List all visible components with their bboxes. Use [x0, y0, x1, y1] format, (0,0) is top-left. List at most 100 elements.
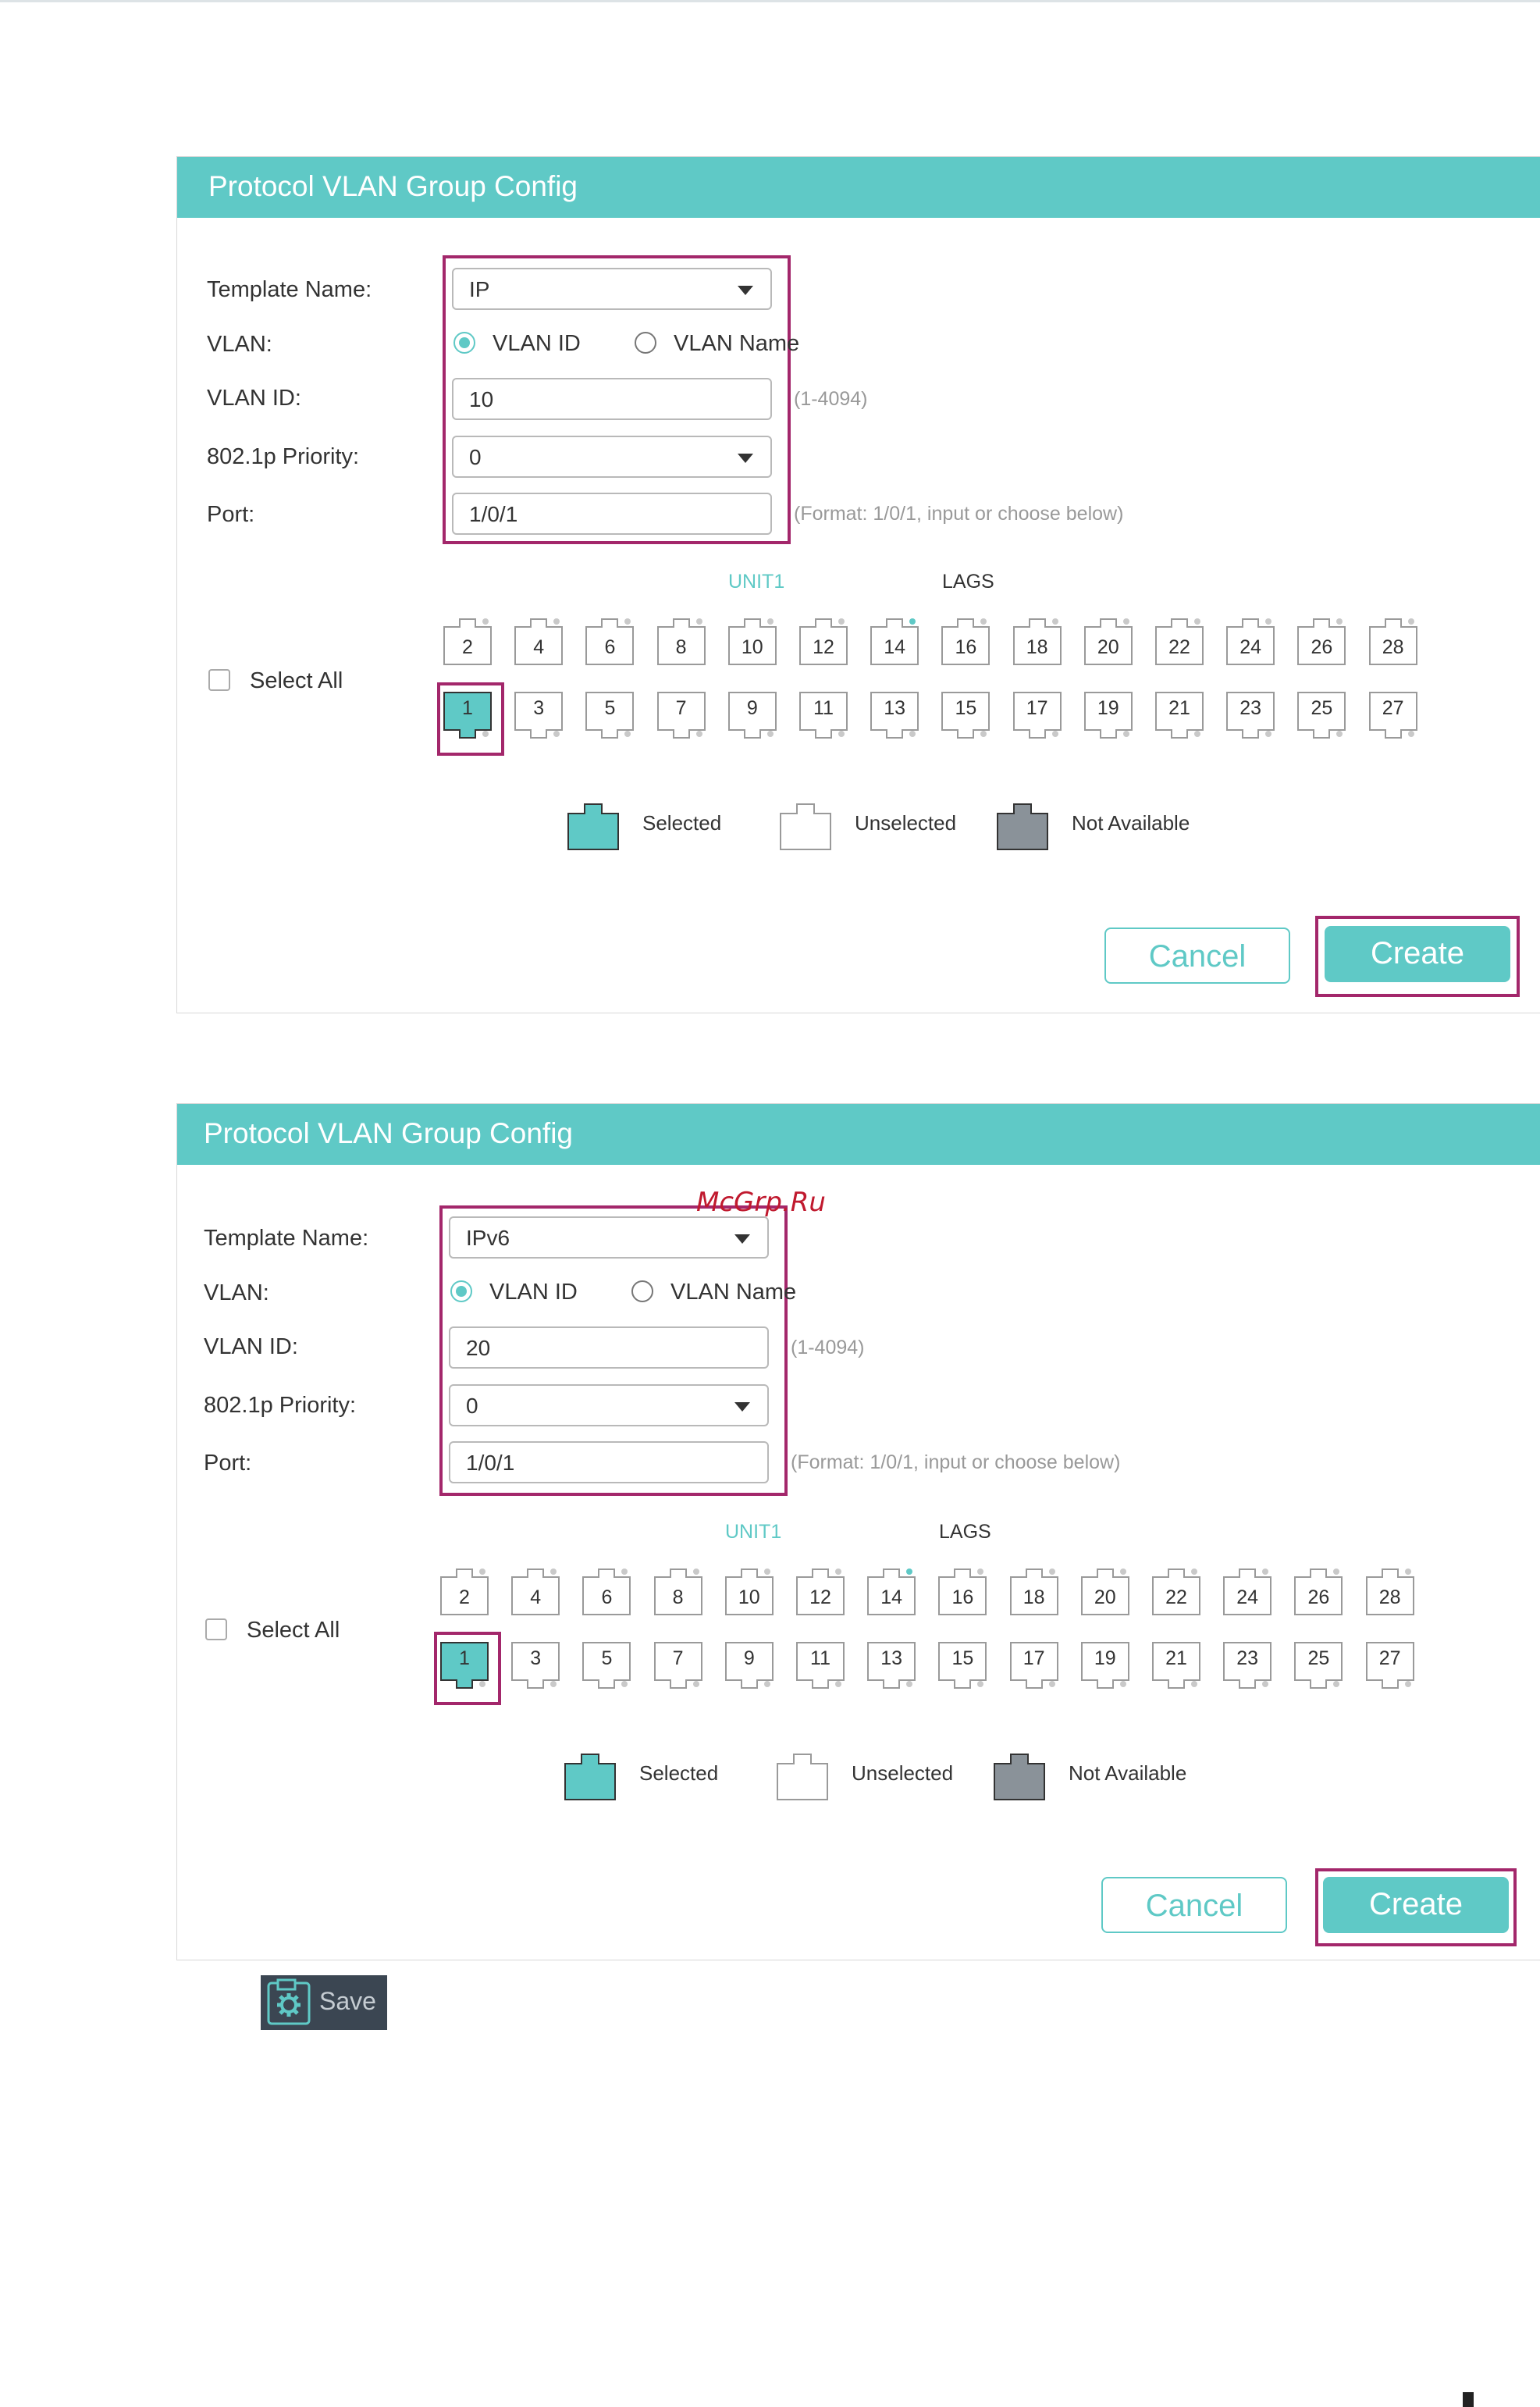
create-button[interactable]: Create	[1325, 926, 1510, 982]
port-13[interactable]: 13	[866, 1641, 916, 1691]
port-10[interactable]: 10	[724, 1566, 774, 1616]
port-2[interactable]: 2	[443, 616, 493, 666]
port-25[interactable]: 25	[1293, 1641, 1343, 1691]
port-12[interactable]: 12	[798, 616, 848, 666]
port-25[interactable]: 25	[1296, 691, 1346, 741]
port-11[interactable]: 11	[795, 1641, 845, 1691]
port-17[interactable]: 17	[1009, 1641, 1059, 1691]
port-number: 19	[1097, 697, 1119, 719]
watermark-text: McGrp.Ru	[696, 1187, 826, 1218]
lags-tab[interactable]: LAGS	[939, 1521, 991, 1544]
port-input[interactable]: 1/0/1	[452, 493, 772, 535]
priority-select[interactable]: 0	[449, 1384, 769, 1426]
port-27[interactable]: 27	[1368, 691, 1418, 741]
vlan-id-radio[interactable]	[453, 332, 475, 354]
port-22[interactable]: 22	[1151, 1566, 1201, 1616]
port-3[interactable]: 3	[514, 691, 564, 741]
vlan-id-input[interactable]: 20	[449, 1326, 769, 1369]
vlan-name-radio[interactable]	[635, 332, 656, 354]
port-number: 12	[809, 1586, 831, 1608]
port-28[interactable]: 28	[1365, 1566, 1415, 1616]
port-4[interactable]: 4	[514, 616, 564, 666]
port-24[interactable]: 24	[1225, 616, 1275, 666]
port-2[interactable]: 2	[439, 1566, 489, 1616]
port-23[interactable]: 23	[1225, 691, 1275, 741]
port-10[interactable]: 10	[727, 616, 777, 666]
port-22[interactable]: 22	[1154, 616, 1204, 666]
port-21[interactable]: 21	[1151, 1641, 1201, 1691]
port-number: 26	[1307, 1586, 1330, 1608]
port-14[interactable]: 14	[870, 616, 919, 666]
port-15[interactable]: 15	[937, 1641, 987, 1691]
cancel-button[interactable]: Cancel	[1104, 928, 1290, 984]
create-button[interactable]: Create	[1323, 1877, 1509, 1933]
port-19[interactable]: 19	[1083, 691, 1133, 741]
template-name-select[interactable]: IPv6	[449, 1216, 769, 1259]
cancel-button[interactable]: Cancel	[1101, 1877, 1287, 1933]
port-5[interactable]: 5	[585, 691, 635, 741]
port-8[interactable]: 8	[656, 616, 706, 666]
port-7[interactable]: 7	[653, 1641, 703, 1691]
port-14[interactable]: 14	[866, 1566, 916, 1616]
vlan-name-radio-label: VLAN Name	[674, 331, 800, 356]
port-12[interactable]: 12	[795, 1566, 845, 1616]
port-28[interactable]: 28	[1368, 616, 1418, 666]
port-number: 27	[1382, 697, 1404, 719]
port-6[interactable]: 6	[585, 616, 635, 666]
port-number: 2	[462, 636, 473, 658]
port-20[interactable]: 20	[1080, 1566, 1130, 1616]
priority-value: 0	[469, 445, 482, 469]
lags-tab[interactable]: LAGS	[942, 571, 994, 593]
port-number: 11	[810, 1647, 830, 1669]
vlan-id-input[interactable]: 10	[452, 378, 772, 420]
port-24[interactable]: 24	[1222, 1566, 1272, 1616]
template-name-select[interactable]: IP	[452, 268, 772, 310]
port-number: 10	[738, 1586, 760, 1608]
port-26[interactable]: 26	[1296, 616, 1346, 666]
port-19[interactable]: 19	[1080, 1641, 1130, 1691]
port-7[interactable]: 7	[656, 691, 706, 741]
port-4[interactable]: 4	[510, 1566, 560, 1616]
port-5[interactable]: 5	[582, 1641, 631, 1691]
port-number: 21	[1165, 1647, 1187, 1669]
port-18[interactable]: 18	[1012, 616, 1062, 666]
vlan-id-radio[interactable]	[450, 1280, 472, 1302]
unit1-tab[interactable]: UNIT1	[725, 1521, 781, 1544]
port-21[interactable]: 21	[1154, 691, 1204, 741]
port-13[interactable]: 13	[870, 691, 919, 741]
port-16[interactable]: 16	[941, 616, 991, 666]
select-all-checkbox[interactable]	[208, 669, 230, 691]
port-3[interactable]: 3	[510, 1641, 560, 1691]
port-15[interactable]: 15	[941, 691, 991, 741]
priority-select[interactable]: 0	[452, 436, 772, 478]
port-20[interactable]: 20	[1083, 616, 1133, 666]
port-number: 23	[1239, 697, 1262, 719]
port-9[interactable]: 9	[724, 1641, 774, 1691]
port-input[interactable]: 1/0/1	[449, 1441, 769, 1483]
select-all-checkbox[interactable]	[205, 1618, 227, 1640]
selected-legend-icon	[563, 1751, 617, 1807]
port-number: 12	[813, 636, 834, 658]
port-number: 4	[530, 1586, 542, 1608]
port-27[interactable]: 27	[1365, 1641, 1415, 1691]
port-18[interactable]: 18	[1009, 1566, 1059, 1616]
protocol-vlan-group-config-panel-1: Protocol VLAN Group Config Template Name…	[176, 156, 1540, 1013]
vlan-name-radio[interactable]	[631, 1280, 653, 1302]
port-9[interactable]: 9	[727, 691, 777, 741]
port-26[interactable]: 26	[1293, 1566, 1343, 1616]
port-23[interactable]: 23	[1222, 1641, 1272, 1691]
unit1-tab[interactable]: UNIT1	[728, 571, 784, 593]
save-button[interactable]: Save	[261, 1975, 387, 2030]
port-17[interactable]: 17	[1012, 691, 1062, 741]
chevron-down-icon	[734, 1234, 750, 1244]
port-number: 17	[1023, 1647, 1045, 1669]
selected-legend-icon	[566, 801, 621, 856]
port-6[interactable]: 6	[582, 1566, 631, 1616]
port-number: 10	[741, 636, 763, 658]
port-8[interactable]: 8	[653, 1566, 703, 1616]
unselected-legend-icon	[775, 1751, 830, 1807]
not-available-legend-label: Not Available	[1072, 811, 1190, 835]
port-value: 1/0/1	[469, 502, 518, 526]
port-11[interactable]: 11	[798, 691, 848, 741]
port-16[interactable]: 16	[937, 1566, 987, 1616]
